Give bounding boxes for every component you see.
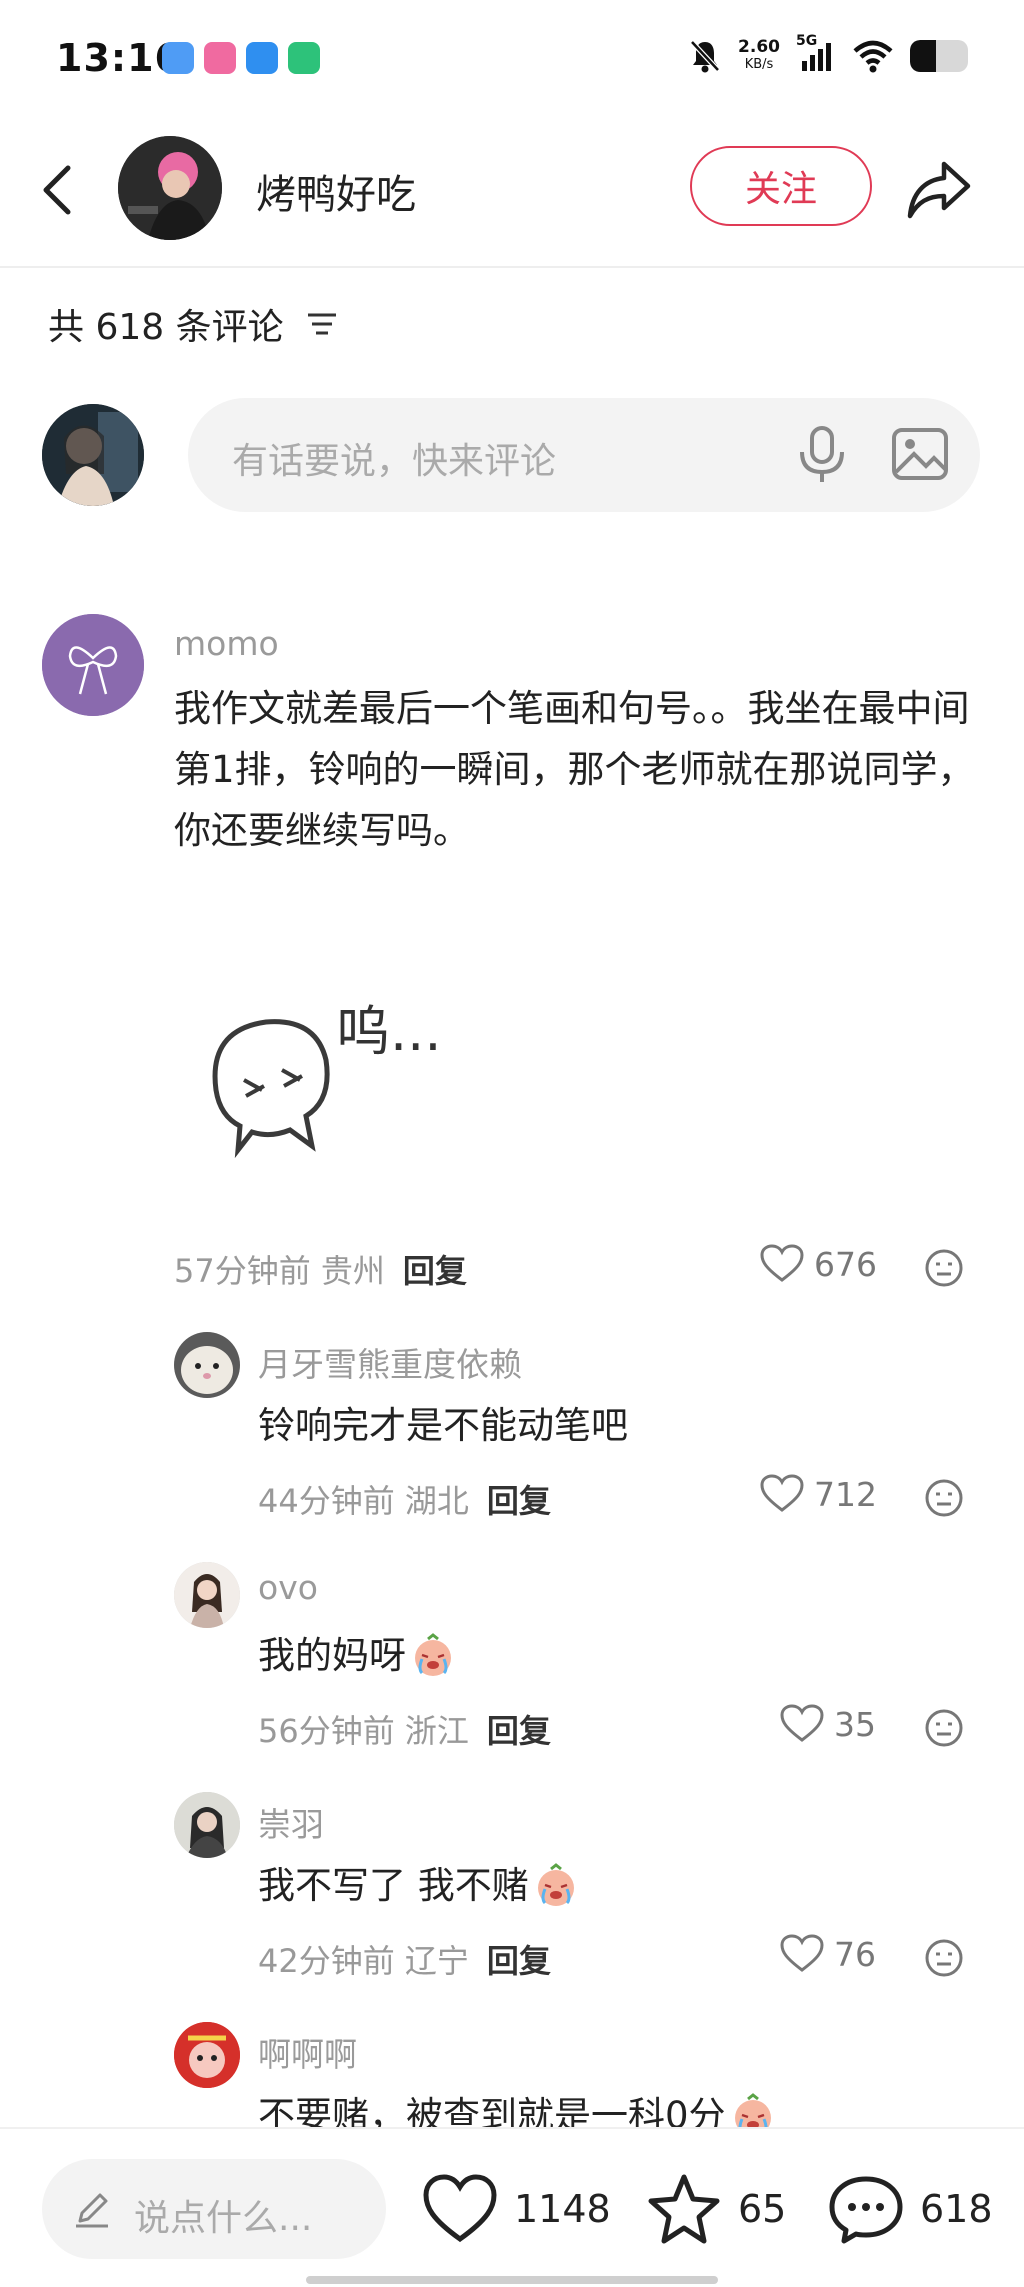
reaction-face-icon[interactable] (924, 1708, 964, 1748)
pencil-icon (76, 2193, 108, 2228)
reply-meta: 42分钟前 辽宁 回复 (258, 1936, 551, 1982)
post-favorite-button[interactable]: 65 (646, 2173, 786, 2245)
replier-avatar[interactable] (174, 1332, 240, 1398)
sticker-text: 呜... (336, 1000, 442, 1063)
heart-icon (780, 1704, 824, 1742)
reaction-face-icon[interactable] (924, 1478, 964, 1518)
like-button[interactable]: 76 (780, 1934, 876, 1974)
home-indicator[interactable] (306, 2276, 718, 2284)
comment-text: 我作文就差最后一个笔画和句号。。我坐在最中间第1排，铃响的一瞬间，那个老师就在那… (174, 687, 975, 852)
reply-button[interactable]: 回复 (487, 1936, 551, 1982)
cellular-signal-icon: 5G (796, 33, 836, 73)
image-picker-icon[interactable] (890, 426, 950, 482)
comment-bubble-icon (829, 2176, 903, 2244)
like-count: 676 (814, 1244, 877, 1284)
comment-input[interactable]: 有话要说，快来评论 (188, 398, 980, 512)
status-bar: 13:16 2.60 KB/s 5G (0, 0, 1024, 118)
battery-icon (910, 40, 968, 72)
app-notification-icon-4 (288, 42, 320, 74)
reply-time-location: 56分钟前 浙江 (258, 1712, 469, 1750)
replier-avatar[interactable] (174, 1562, 240, 1628)
reply-time-location: 42分钟前 辽宁 (258, 1942, 469, 1980)
heart-icon (780, 1934, 824, 1972)
my-avatar[interactable] (42, 404, 144, 506)
replier-name[interactable]: 月牙雪熊重度依赖 (258, 1338, 522, 1386)
reply-meta: 44分钟前 湖北 回复 (258, 1476, 551, 1522)
comments-count-label: 共 618 条评论 (48, 307, 284, 348)
back-arrow-icon[interactable] (38, 160, 78, 220)
say-something-placeholder: 说点什么... (134, 2198, 313, 2239)
sort-filter-icon[interactable] (306, 310, 338, 338)
app-notification-icon-2 (204, 42, 236, 74)
microphone-icon[interactable] (794, 424, 850, 484)
crying-emoji-icon (537, 1862, 574, 1906)
comments-count: 共 618 条评论 (48, 298, 338, 350)
replier-name[interactable]: ovo (258, 1568, 318, 1607)
comment-time-location: 57分钟前 贵州 (174, 1252, 385, 1290)
comment-meta: 57分钟前 贵州 回复 (174, 1246, 467, 1292)
like-button[interactable]: 676 (760, 1244, 877, 1284)
crying-emoji-icon (415, 1632, 451, 1676)
top-header: 烤鸭好吃 关注 (0, 118, 1024, 268)
reply-text: 我不写了 我不赌 (258, 1855, 579, 1916)
reply-time-location: 44分钟前 湖北 (258, 1482, 469, 1520)
app-notification-icon-3 (246, 42, 278, 74)
wifi-icon (853, 40, 893, 73)
reply-button[interactable]: 回复 (403, 1246, 467, 1292)
post-comment-count: 618 (920, 2187, 993, 2231)
heart-icon (423, 2174, 497, 2243)
reply-button[interactable]: 回复 (487, 1476, 551, 1522)
reaction-face-icon[interactable] (924, 1938, 964, 1978)
heart-icon (760, 1474, 804, 1512)
reply-meta: 56分钟前 浙江 回复 (258, 1706, 551, 1752)
battery-level-fill (910, 40, 937, 72)
commenter-name[interactable]: momo (174, 624, 279, 663)
like-count: 76 (834, 1934, 876, 1974)
post-favorite-count: 65 (738, 2187, 787, 2231)
post-like-count: 1148 (514, 2187, 611, 2231)
reply-text-content: 我不写了 我不赌 (258, 1864, 529, 1907)
reply-text: 我的妈呀 (258, 1625, 456, 1686)
notification-app-icons (162, 42, 320, 74)
author-name[interactable]: 烤鸭好吃 (256, 162, 416, 220)
heart-icon (760, 1244, 804, 1282)
reply-button[interactable]: 回复 (487, 1706, 551, 1752)
reaction-face-icon[interactable] (924, 1248, 964, 1288)
comment-input-placeholder: 有话要说，快来评论 (232, 441, 557, 482)
post-comment-button[interactable]: 618 (828, 2173, 993, 2245)
say-something-input[interactable]: 说点什么... (42, 2159, 386, 2259)
star-icon (648, 2174, 720, 2244)
network-speed-unit: KB/s (744, 57, 774, 72)
network-speed: 2.60 KB/s (738, 38, 780, 74)
like-button[interactable]: 35 (780, 1704, 876, 1744)
like-count: 35 (834, 1704, 876, 1744)
author-avatar[interactable] (118, 136, 222, 240)
replier-name[interactable]: 啊啊啊 (258, 2028, 357, 2076)
system-icons: 2.60 KB/s 5G (688, 33, 968, 74)
bottom-action-bar: 说点什么... 1148 65 618 (0, 2127, 1024, 2287)
like-count: 712 (814, 1474, 877, 1514)
crying-sticker-image[interactable]: 呜... (186, 940, 516, 1210)
follow-button[interactable]: 关注 (690, 146, 872, 226)
commenter-avatar[interactable] (42, 614, 144, 716)
like-button[interactable]: 712 (760, 1474, 877, 1514)
replier-name[interactable]: 崇羽 (258, 1798, 324, 1846)
post-like-button[interactable]: 1148 (422, 2173, 611, 2245)
replier-avatar[interactable] (174, 1792, 240, 1858)
share-icon[interactable] (904, 156, 974, 222)
app-notification-icon-1 (162, 42, 194, 74)
reply-text-content: 我的妈呀 (258, 1634, 406, 1677)
replier-avatar[interactable] (174, 2022, 240, 2088)
network-speed-value: 2.60 (738, 37, 780, 57)
mute-bell-icon (690, 40, 720, 73)
reply-text: 铃响完才是不能动笔吧 (258, 1404, 628, 1447)
